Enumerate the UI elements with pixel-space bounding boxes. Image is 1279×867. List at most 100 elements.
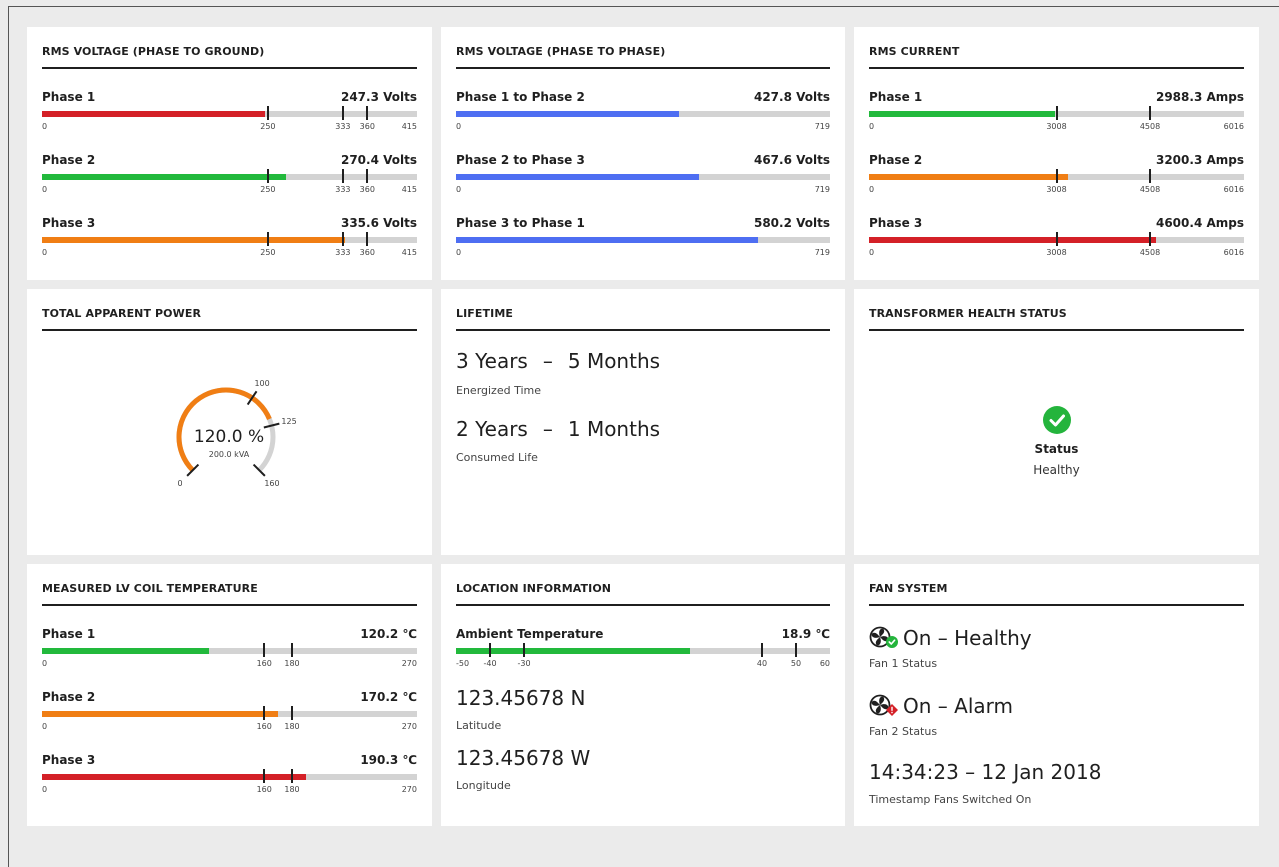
tick-label: 250 [260, 185, 276, 194]
latitude-value: 123.45678 N [456, 686, 586, 710]
bar-row: Phase 2 to Phase 3 467.6 Volts 0 719 [456, 153, 830, 199]
fan-1-status-label: Fan 1 Status [869, 657, 938, 670]
bar-track [456, 174, 830, 180]
bar-fill [869, 174, 1069, 180]
tick-label: 160 [256, 659, 272, 668]
threshold-tick [266, 232, 269, 246]
threshold-tick [366, 106, 369, 120]
check-circle-icon [1043, 406, 1071, 434]
tick-label: 270 [401, 785, 417, 794]
tick-label: 415 [401, 248, 417, 257]
bar-row: Phase 1 2988.3 Amps 0 3008 4508 6016 [869, 90, 1244, 136]
threshold-tick [341, 169, 344, 183]
threshold-tick [761, 643, 763, 657]
bar-track [869, 232, 1244, 246]
bar-fill [456, 111, 679, 117]
bar-row: Phase 3 190.3 ℃ 0 160 180 270 [42, 753, 417, 799]
bar-row: Phase 1 247.3 Volts 0 250 333 360 415 [42, 90, 417, 136]
card-rms-current: RMS CURRENT Phase 1 2988.3 Amps 0 3008 4508 6… [854, 27, 1259, 280]
tick-label: 0 [42, 722, 48, 731]
tick-label: 270 [401, 659, 417, 668]
tick-label: 180 [284, 722, 300, 731]
tick-label: 3008 [1046, 122, 1067, 131]
bar-row-value: 335.6 Volts [340, 216, 417, 230]
latitude-label: Latitude [456, 719, 502, 732]
gauge-tick-label: 0 [177, 479, 182, 488]
gauge-tick-label: 160 [264, 479, 279, 488]
tick-labels: 0 250 333 360 415 [42, 248, 417, 258]
bar-row-label: Phase 1 [42, 627, 96, 641]
ambient-temperature-value: 18.9 ℃ [781, 627, 830, 641]
threshold-tick [263, 643, 266, 657]
tick-label: 0 [42, 785, 48, 794]
tick-label: 250 [260, 122, 276, 131]
card-title: RMS CURRENT [869, 45, 1244, 69]
threshold-tick [1055, 106, 1058, 120]
bar-row-label: Phase 2 [42, 153, 96, 167]
bar-row-value: 427.8 Volts [753, 90, 830, 104]
bar-track [869, 106, 1244, 120]
bar-row: Phase 2 170.2 ℃ 0 160 180 270 [42, 690, 417, 736]
card-title: FAN SYSTEM [869, 582, 1244, 606]
tick-label: 719 [814, 122, 830, 131]
bar-fill [869, 111, 1056, 117]
tick-labels: 0 250 333 360 415 [42, 122, 417, 132]
bar-row-label: Phase 3 [42, 753, 96, 767]
bar-fill [42, 237, 346, 243]
threshold-tick [341, 106, 344, 120]
tick-labels: 0 719 [456, 185, 830, 195]
tick-label: 160 [256, 785, 272, 794]
card-rms-voltage-phase-ground: RMS VOLTAGE (PHASE TO GROUND) Phase 1 247… [27, 27, 432, 280]
tick-label: 6016 [1223, 248, 1244, 257]
threshold-tick [341, 232, 344, 246]
threshold-tick [263, 769, 266, 783]
tick-label: 360 [359, 248, 375, 257]
gauge-tick-label: 100 [254, 379, 269, 388]
bar-row: Phase 3 4600.4 Amps 0 3008 4508 6016 [869, 216, 1244, 262]
bar-track [456, 237, 830, 243]
bar-track [42, 232, 417, 246]
tick-label: 0 [869, 185, 875, 194]
card-title: TRANSFORMER HEALTH STATUS [869, 307, 1244, 331]
fan-2-status-text: On – Alarm [903, 694, 1013, 718]
card-title: RMS VOLTAGE (PHASE TO GROUND) [42, 45, 417, 69]
bar-fill [869, 237, 1156, 243]
tick-labels: 0 3008 4508 6016 [869, 122, 1244, 132]
ambient-fill [456, 648, 691, 654]
tick-label: 360 [359, 185, 375, 194]
card-total-apparent-power: TOTAL APPARENT POWER 0 100 125 160 120.0 % … [27, 289, 432, 555]
tick-label: 360 [359, 122, 375, 131]
longitude-label: Longitude [456, 779, 511, 792]
bar-fill [42, 774, 307, 780]
bar-row-value: 270.4 Volts [340, 153, 417, 167]
tick-label: 333 [335, 248, 351, 257]
longitude-value: 123.45678 W [456, 746, 591, 770]
gauge-tick-label: 125 [281, 417, 296, 426]
tick-label: 3008 [1046, 248, 1067, 257]
threshold-tick [1149, 232, 1151, 246]
tick-labels: 0 160 180 270 [42, 785, 417, 795]
tick-label: 6016 [1223, 122, 1244, 131]
bar-fill [42, 711, 279, 717]
ambient-tick-labels: -50 -40 -30 40 50 60 [456, 659, 830, 669]
card-title: LIFETIME [456, 307, 830, 331]
bar-fill [42, 648, 209, 654]
bar-row-label: Phase 2 to Phase 3 [456, 153, 585, 167]
card-lifetime: LIFETIME 3 Years –5 Months Energized Time… [441, 289, 845, 555]
bar-row-value: 247.3 Volts [340, 90, 417, 104]
card-lv-coil-temperature: MEASURED LV COIL TEMPERATURE Phase 1 120.… [27, 564, 432, 826]
fans-timestamp-label: Timestamp Fans Switched On [869, 793, 1032, 806]
energized-time-label: Energized Time [456, 384, 541, 397]
bar-row-label: Phase 2 [42, 690, 96, 704]
bar-row-label: Phase 3 [42, 216, 96, 230]
tick-labels: 0 719 [456, 248, 830, 258]
consumed-years: 2 Years [456, 417, 528, 441]
gauge-percent: 120.0 % [194, 427, 264, 447]
card-title: MEASURED LV COIL TEMPERATURE [42, 582, 417, 606]
tick-labels: 0 250 333 360 415 [42, 185, 417, 195]
energized-years: 3 Years [456, 349, 528, 373]
bar-fill [42, 174, 287, 180]
tick-label: -40 [483, 659, 497, 668]
tick-labels: 0 160 180 270 [42, 722, 417, 732]
threshold-tick [1055, 169, 1058, 183]
